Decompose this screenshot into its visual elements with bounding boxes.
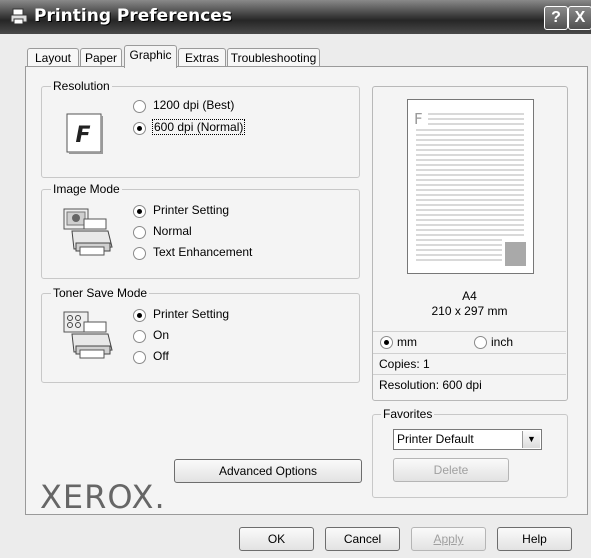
xerox-logo: XEROX. <box>40 478 166 516</box>
image-mode-text-enhancement-label[interactable]: Text Enhancement <box>153 245 252 259</box>
advanced-options-button[interactable]: Advanced Options <box>174 459 362 483</box>
font-f-icon: F <box>66 113 104 155</box>
resolution-1200-radio[interactable] <box>133 100 146 113</box>
tab-paper[interactable]: Paper <box>80 48 122 67</box>
ok-button[interactable]: OK <box>239 527 314 551</box>
tab-troubleshooting[interactable]: Troubleshooting <box>227 48 320 67</box>
help-button[interactable]: Help <box>497 527 572 551</box>
delete-favorite-button[interactable]: Delete <box>393 458 509 482</box>
favorites-dropdown[interactable]: Printer Default ▼ <box>393 429 542 450</box>
units-row: mm inch <box>373 331 566 352</box>
unit-mm-radio[interactable] <box>380 336 393 349</box>
favorites-group <box>372 414 568 498</box>
resolution-legend: Resolution <box>51 79 112 93</box>
toner-printer-setting-radio[interactable] <box>133 309 146 322</box>
image-mode-printer-setting-label[interactable]: Printer Setting <box>153 203 229 217</box>
image-mode-legend: Image Mode <box>51 182 122 196</box>
printer-app-icon <box>10 8 28 25</box>
page-preview-letter: F <box>414 110 423 128</box>
paper-dims-label: 210 x 297 mm <box>431 304 508 318</box>
resolution-600-radio[interactable] <box>133 122 146 135</box>
chevron-down-icon[interactable]: ▼ <box>522 431 540 448</box>
favorites-legend: Favorites <box>381 407 435 421</box>
page-preview-graphic-block <box>505 242 526 266</box>
image-mode-printer-setting-radio[interactable] <box>133 205 146 218</box>
close-title-button[interactable]: X <box>568 6 591 30</box>
image-mode-normal-radio[interactable] <box>133 226 146 239</box>
toner-off-radio[interactable] <box>133 351 146 364</box>
printing-preferences-window: Printing Preferences ? X Layout Paper Gr… <box>0 0 591 558</box>
printer-image-icon <box>62 207 114 257</box>
toner-on-label[interactable]: On <box>153 328 169 342</box>
apply-button[interactable]: Apply <box>411 527 486 551</box>
toner-save-legend: Toner Save Mode <box>51 286 150 300</box>
toner-on-radio[interactable] <box>133 330 146 343</box>
paper-size-label: A4 <box>462 289 477 303</box>
page-preview-graphic: F <box>414 110 526 266</box>
favorites-selected-value: Printer Default <box>397 432 474 446</box>
font-f-letter: F <box>75 123 90 148</box>
toner-off-label[interactable]: Off <box>153 349 169 363</box>
image-mode-normal-label[interactable]: Normal <box>153 224 192 238</box>
window-title: Printing Preferences <box>34 6 232 26</box>
page-preview: F <box>407 99 534 274</box>
copies-label: Copies: 1 <box>373 353 566 374</box>
unit-inch-radio[interactable] <box>474 336 487 349</box>
title-bar[interactable]: Printing Preferences ? X <box>0 0 591 34</box>
tab-layout[interactable]: Layout <box>27 48 79 67</box>
resolution-info-label: Resolution: 600 dpi <box>373 374 566 395</box>
toner-printer-setting-label[interactable]: Printer Setting <box>153 307 229 321</box>
unit-inch-label[interactable]: inch <box>491 334 513 350</box>
help-title-button[interactable]: ? <box>544 6 568 30</box>
unit-mm-label[interactable]: mm <box>397 334 417 350</box>
resolution-600-label[interactable]: 600 dpi (Normal) <box>152 119 246 135</box>
tab-graphic[interactable]: Graphic <box>124 45 177 68</box>
cancel-button[interactable]: Cancel <box>325 527 400 551</box>
image-mode-text-enhancement-radio[interactable] <box>133 247 146 260</box>
tab-extras[interactable]: Extras <box>178 48 226 67</box>
resolution-1200-label[interactable]: 1200 dpi (Best) <box>153 98 234 112</box>
printer-toner-icon <box>62 310 114 360</box>
